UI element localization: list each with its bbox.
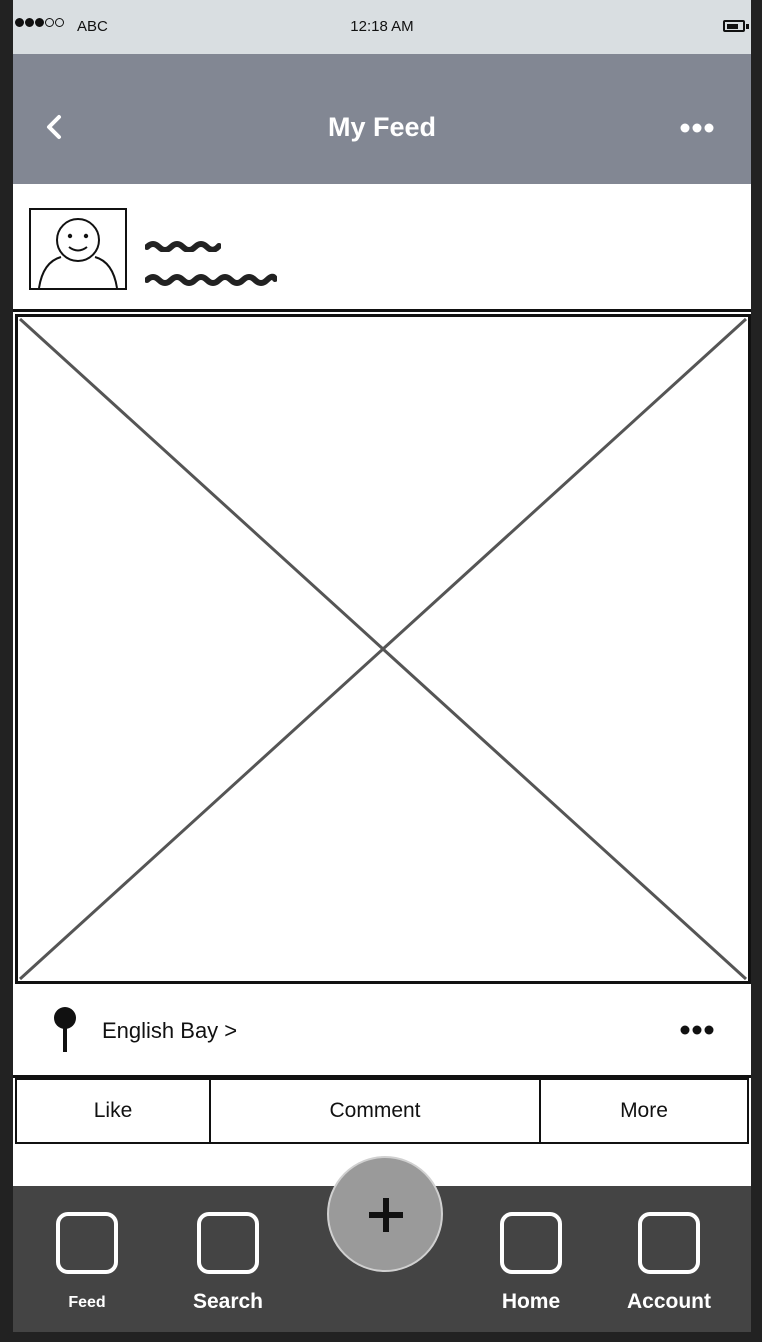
tab-home-label: Home [501,1290,561,1313]
tab-account-label: Account [627,1290,711,1313]
post-author-row [13,184,751,312]
tab-home[interactable]: Home [471,1212,591,1314]
author-subtitle-scribble [145,273,277,286]
tab-search-label: Search [192,1290,264,1313]
account-tab-icon [638,1212,700,1274]
post-actions-bar: Like Comment More [15,1078,749,1144]
phone-screen: ABC 12:18 AM My Feed English Bay > Like … [13,0,751,1332]
tab-account[interactable]: Account [609,1212,729,1314]
search-tab-icon [197,1212,259,1274]
map-pin-icon [54,1007,76,1052]
home-tab-icon [500,1212,562,1274]
user-avatar-icon[interactable] [29,208,127,290]
tab-search[interactable]: Search [168,1212,288,1314]
tab-feed[interactable]: Feed [27,1212,147,1312]
comment-button[interactable]: Comment [211,1080,541,1142]
nav-bar: My Feed [13,54,751,184]
ellipsis-icon[interactable] [679,1024,715,1036]
battery-icon [723,20,749,32]
location-row: English Bay > [13,986,751,1078]
add-post-button[interactable] [327,1156,443,1272]
plus-icon [369,1198,403,1232]
status-bar: ABC 12:18 AM [13,0,751,54]
like-button[interactable]: Like [17,1080,211,1142]
more-button[interactable]: More [541,1080,747,1142]
status-time: 12:18 AM [350,18,414,35]
author-name-scribble [145,241,221,252]
page-title: My Feed [327,112,437,142]
image-placeholder-icon[interactable] [15,314,751,984]
tab-feed-label: Feed [68,1294,106,1311]
location-link[interactable]: English Bay > [102,1018,237,1044]
ellipsis-icon[interactable] [679,122,715,134]
feed-tab-icon [56,1212,118,1274]
